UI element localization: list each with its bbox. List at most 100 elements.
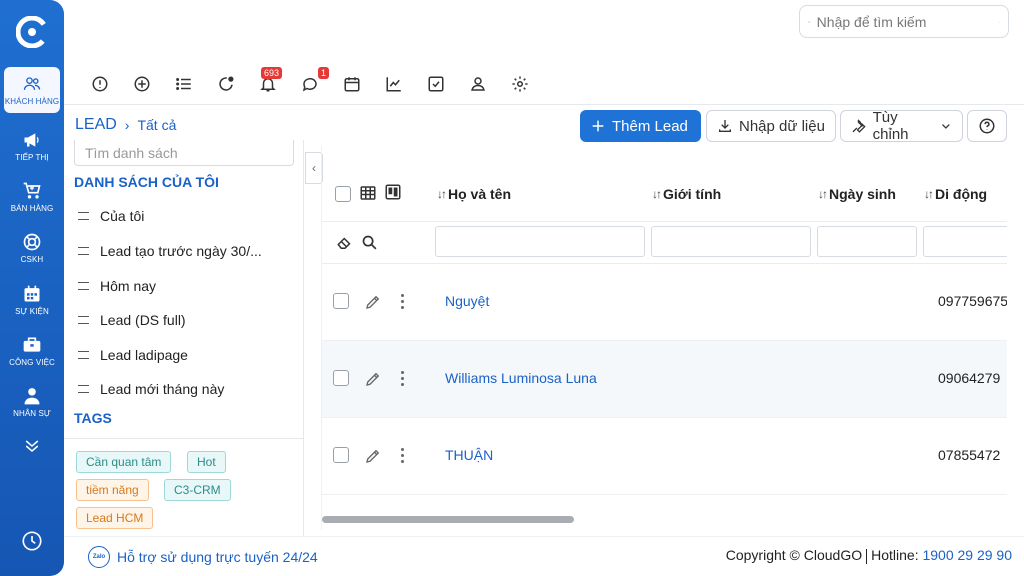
help-button[interactable] [967,110,1007,142]
filter-name-input[interactable] [435,226,645,257]
rail-item-tasks[interactable]: CÔNG VIỆC [4,328,60,374]
list-panel: Tìm danh sách DANH SÁCH CỦA TÔI Của tôi … [64,140,304,536]
filter-birthday-input[interactable] [817,226,917,257]
list-item[interactable]: Hôm nay [78,278,156,294]
filter-mobile-input[interactable] [923,226,1007,257]
lead-name-link[interactable]: Williams Luminosa Luna [445,370,597,386]
rail-item-events[interactable]: SỰ KIỆN [4,277,60,323]
row-checkbox[interactable] [333,447,349,463]
hotline-number[interactable]: 1900 29 29 90 [922,547,1012,563]
chevron-down-icon[interactable] [998,15,1000,29]
list-item-label: Lead tạo trước ngày 30/... [100,243,262,259]
rail-item-label: BÁN HÀNG [10,204,54,213]
profile-button[interactable] [466,72,490,96]
tags-heading: TAGS [74,410,112,426]
tag-chip[interactable]: C3-CRM [164,479,231,501]
list-item[interactable]: Của tôi [78,208,144,224]
cart-icon [23,182,41,199]
scrollbar-thumb[interactable] [322,516,574,523]
add-lead-button[interactable]: Thêm Lead [580,110,701,142]
columns-icon[interactable] [384,183,402,201]
select-all-checkbox[interactable] [335,186,351,202]
tag-chip[interactable]: tiềm năng [76,479,149,501]
edit-icon[interactable] [364,293,382,311]
table-row[interactable]: Williams Luminosa Luna 09064279 [322,341,1007,418]
global-search[interactable] [799,5,1009,38]
rail-item-hr[interactable]: NHÂN SỰ [4,379,60,425]
check-square-icon [428,76,444,92]
lead-name-link[interactable]: THUẬN [445,447,493,463]
list-search-input[interactable]: Tìm danh sách [74,140,294,166]
zalo-icon[interactable]: Zalo [88,546,110,568]
alert-button[interactable] [88,72,112,96]
cloudgo-logo[interactable] [16,16,48,48]
tag-chip[interactable]: Lead HCM [76,507,154,529]
rail-item-marketing[interactable]: TIẾP THỊ [4,123,60,169]
list-item-label: Lead ladipage [100,347,188,363]
reports-button[interactable] [382,72,406,96]
search-icon [808,20,811,23]
add-button[interactable] [130,72,154,96]
column-header-gender[interactable]: ↓↑ Giới tính [652,186,721,202]
more-actions-icon[interactable] [399,446,405,464]
list-item[interactable]: Lead mới tháng này [78,381,224,397]
edit-icon[interactable] [364,447,382,465]
column-label: Giới tính [663,186,722,202]
list-item[interactable]: Lead (DS full) [78,312,186,328]
search-icon[interactable] [361,234,378,251]
add-lead-label: Thêm Lead [612,117,688,135]
list-button[interactable] [172,72,196,96]
table-header-row: ↓↑ Họ và tên ↓↑ Giới tính ↓↑ Ngày sinh ↓↑ Di… [322,168,1007,222]
settings-button[interactable] [508,72,532,96]
eraser-icon[interactable] [336,234,354,252]
rail-item-customers[interactable]: KHÁCH HÀNG [4,67,60,113]
lead-phone: 07855472 [938,447,1001,463]
sort-icon: ↓↑ [818,187,828,201]
calendar-icon [24,285,40,302]
more-actions-icon[interactable] [399,292,405,310]
column-header-name[interactable]: ↓↑ Họ và tên [437,186,511,202]
column-header-birthday[interactable]: ↓↑ Ngày sinh [818,186,896,202]
alert-circle-icon [92,76,108,92]
lead-phone: 09064279 [938,370,1001,386]
copyright-text: Copyright © CloudGO Hotline: 1900 29 29 9… [726,547,1012,564]
import-button[interactable]: Nhập dữ liệu [706,110,836,142]
tasks-button[interactable] [424,72,448,96]
clock-icon[interactable] [21,530,43,552]
column-header-mobile[interactable]: ↓↑ Di động [924,186,987,202]
list-item[interactable]: Lead tạo trước ngày 30/... [78,243,262,259]
my-lists-heading: DANH SÁCH CỦA TÔI [74,174,219,190]
calendar-button[interactable] [340,72,364,96]
customize-button[interactable]: Tùy chỉnh [840,109,963,143]
activity-button[interactable] [214,72,238,96]
wrench-icon [852,119,866,133]
more-actions-icon[interactable] [399,369,405,387]
breadcrumb-module[interactable]: LEAD [75,116,117,134]
megaphone-icon [24,133,39,147]
row-checkbox[interactable] [333,370,349,386]
row-checkbox[interactable] [333,293,349,309]
filter-gender-input[interactable] [651,226,811,257]
table-row[interactable]: Nguyệt 097759675 [322,264,1007,341]
list-item[interactable]: Lead ladipage [78,347,188,363]
lead-name-link[interactable]: Nguyệt [445,293,489,309]
column-label: Ngày sinh [829,186,896,202]
table-grid-icon[interactable] [359,184,377,202]
main-nav-rail: KHÁCH HÀNG TIẾP THỊ BÁN HÀNG CSKH SỰ KIỆ… [0,0,64,576]
rail-item-sales[interactable]: BÁN HÀNG [4,174,60,220]
breadcrumb-view[interactable]: Tất cả [137,117,176,133]
list-icon [78,212,89,220]
support-link[interactable]: Hỗ trợ sử dụng trực tuyến 24/24 [117,549,318,565]
rail-item-cskh[interactable]: CSKH [4,225,60,271]
list-item-label: Lead (DS full) [100,312,186,328]
tag-chip[interactable]: Hot [187,451,226,473]
chat-bubble-icon [302,77,317,92]
horizontal-scrollbar[interactable] [322,516,1007,524]
edit-icon[interactable] [364,370,382,388]
chevrons-down-icon[interactable] [22,436,42,456]
list-icon [78,247,89,255]
global-search-input[interactable] [816,13,998,30]
plus-icon [592,120,604,132]
tag-chip[interactable]: Cần quan tâm [76,451,172,473]
table-row[interactable]: THUẬN 07855472 [322,418,1007,495]
